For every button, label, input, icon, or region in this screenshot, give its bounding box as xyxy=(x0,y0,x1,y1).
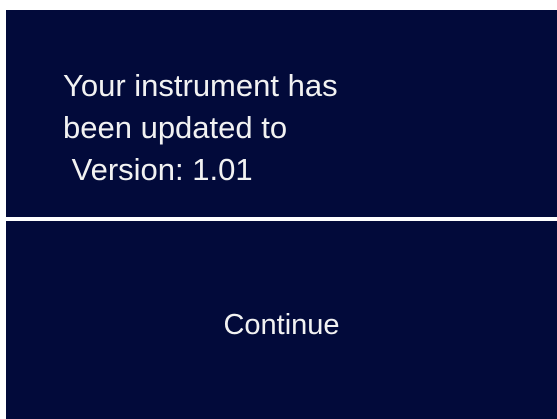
message-line-version: Version: 1.01 xyxy=(63,152,253,187)
continue-button-label: Continue xyxy=(223,309,340,341)
update-message-panel: Your instrument has been updated to Vers… xyxy=(6,10,557,217)
continue-button[interactable]: Continue xyxy=(6,221,557,419)
message-line-2: been updated to xyxy=(63,110,288,145)
message-line-1: Your instrument has xyxy=(63,68,338,103)
update-message: Your instrument has been updated to Vers… xyxy=(63,65,338,191)
